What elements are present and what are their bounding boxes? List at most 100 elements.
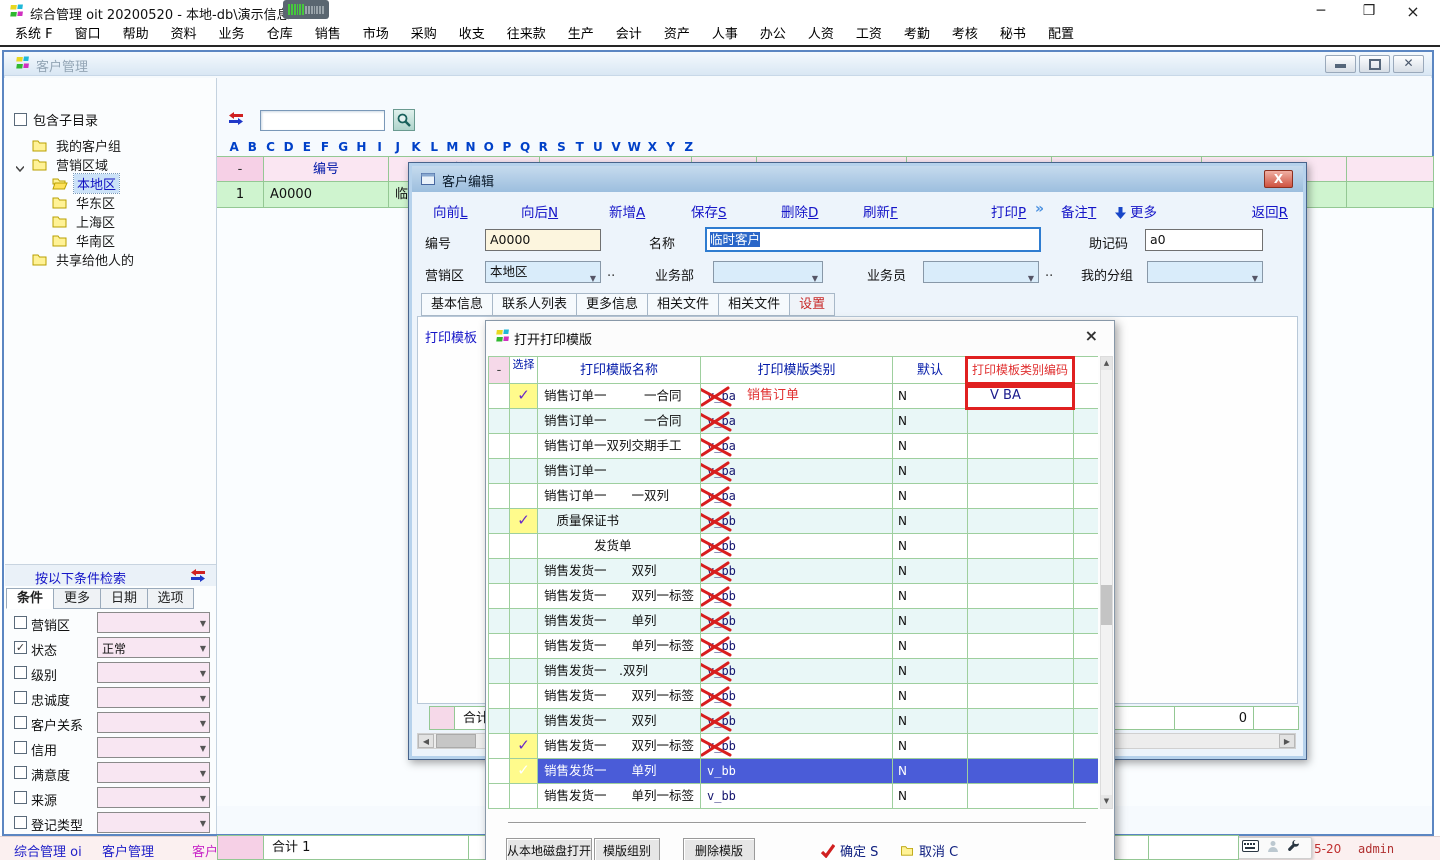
name-field[interactable]: 临时客户 [705, 227, 1041, 252]
minimize-button[interactable]: ─ [1298, 0, 1344, 25]
tab-基本信息[interactable]: 基本信息 [421, 293, 492, 316]
row-checkbox[interactable] [510, 434, 538, 459]
alphabet-letter[interactable]: I [371, 140, 389, 154]
alphabet-letter[interactable]: U [589, 140, 607, 154]
alphabet-letter[interactable]: O [480, 140, 498, 154]
menu-item[interactable]: 往来款 [496, 24, 557, 45]
tree-item[interactable]: 共享给他人的 [4, 250, 216, 269]
group-select[interactable]: ▼ [1147, 261, 1263, 283]
table-row[interactable]: 销售发货一 双列v_bbN [488, 559, 1098, 584]
table-row[interactable]: 销售发货一 单列一标签v_bbN [488, 784, 1098, 809]
menu-item[interactable]: 收支 [448, 24, 496, 45]
alphabet-letter[interactable]: M [443, 140, 461, 154]
dialog-button[interactable]: 从本地磁盘打开 [506, 838, 592, 860]
table-row[interactable]: 销售发货一 双列v_bbN [488, 709, 1098, 734]
row-checkbox[interactable] [510, 659, 538, 684]
menu-item[interactable]: 考核 [941, 24, 989, 45]
table-row[interactable]: 销售订单一 一合同v_baN [488, 409, 1098, 434]
table-row[interactable]: 销售发货一 双列一标签v_bbN [488, 684, 1098, 709]
region-more-button[interactable]: .. [607, 265, 615, 280]
alphabet-letter[interactable]: L [425, 140, 443, 154]
table-row[interactable]: 销售订单一 一双列v_baN [488, 484, 1098, 509]
menu-item[interactable]: 采购 [400, 24, 448, 45]
table-row[interactable]: 销售发货一 单列一标签v_bbN [488, 634, 1098, 659]
alphabet-letter[interactable]: R [534, 140, 552, 154]
row-checkbox[interactable]: ✓ [510, 384, 538, 409]
filter-tab[interactable]: 条件 [6, 588, 53, 609]
filter-select[interactable]: ▼ [97, 687, 210, 708]
filter-select[interactable]: ▼ [97, 762, 210, 783]
menu-item[interactable]: 配置 [1037, 24, 1085, 45]
menu-item[interactable]: 会计 [605, 24, 653, 45]
alphabet-letter[interactable]: X [643, 140, 661, 154]
filter-select[interactable]: ▼ [97, 737, 210, 758]
row-checkbox[interactable] [510, 459, 538, 484]
statusbar-item[interactable]: 客户管理 [102, 841, 154, 860]
alphabet-letter[interactable]: Y [662, 140, 680, 154]
chevrons-icon[interactable]: » [1035, 201, 1044, 217]
filter-select[interactable]: 正常▼ [97, 637, 210, 658]
row-checkbox[interactable] [510, 709, 538, 734]
alphabet-letter[interactable]: J [389, 140, 407, 154]
swap-icon[interactable] [190, 569, 206, 586]
dept-select[interactable]: ▼ [713, 261, 823, 283]
filter-select[interactable]: ▼ [97, 662, 210, 683]
toolbar-4[interactable]: 保存S [691, 201, 727, 221]
alphabet-letter[interactable]: B [243, 140, 261, 154]
scrollbar-thumb[interactable] [1101, 585, 1112, 625]
menu-item[interactable]: 销售 [304, 24, 352, 45]
menu-item[interactable]: 人事 [701, 24, 749, 45]
alphabet-letter[interactable]: G [334, 140, 352, 154]
filter-tab[interactable]: 选项 [147, 588, 194, 609]
table-row[interactable]: 销售发货一 单列v_bbN [488, 609, 1098, 634]
code-field[interactable]: A0000 [485, 229, 601, 251]
swap-icon[interactable] [228, 112, 244, 129]
search-button[interactable] [393, 109, 415, 131]
row-checkbox[interactable] [510, 634, 538, 659]
alphabet-letter[interactable]: E [298, 140, 316, 154]
table-row[interactable]: ✓ 质量保证书v_bbN [488, 509, 1098, 534]
dialog-button[interactable]: 模版组别 [594, 838, 660, 860]
minimize-button[interactable] [1325, 55, 1356, 73]
mnemonic-field[interactable]: a0 [1145, 229, 1263, 251]
alphabet-letter[interactable]: W [625, 140, 643, 154]
table-row[interactable]: 销售发货一 双列一标签v_bbN [488, 584, 1098, 609]
table-row[interactable]: ◆✓销售发货一 单列v_bbN [488, 759, 1098, 784]
person-icon[interactable] [1267, 840, 1279, 856]
menu-item[interactable]: 资料 [160, 24, 208, 45]
dialog-button[interactable]: 删除模版 [683, 838, 755, 860]
filter-checkbox[interactable] [14, 666, 27, 679]
table-row[interactable]: 销售发货一 .双列v_bbN [488, 659, 1098, 684]
table-row[interactable]: 发货单v_bbN [488, 534, 1098, 559]
salesman-select[interactable]: ▼ [923, 261, 1039, 283]
tree-item[interactable]: 我的客户组 [4, 136, 216, 155]
ok-button[interactable]: 确定 S [820, 841, 878, 860]
filter-checkbox[interactable] [14, 816, 27, 829]
row-checkbox[interactable] [510, 409, 538, 434]
menu-item[interactable]: 帮助 [112, 24, 160, 45]
row-checkbox[interactable] [510, 609, 538, 634]
statusbar-item[interactable]: 综合管理 oi [14, 841, 82, 860]
restore-button[interactable] [1359, 55, 1390, 73]
table-row[interactable]: 销售订单一双列交期手工v_baN [488, 434, 1098, 459]
toolbar-5[interactable]: 删除D [781, 201, 818, 221]
cancel-button[interactable]: 取消 C [900, 841, 958, 860]
menu-item[interactable]: 业务 [208, 24, 256, 45]
alphabet-letter[interactable]: N [461, 140, 479, 154]
alphabet-letter[interactable]: A [225, 140, 243, 154]
menu-item[interactable]: 人资 [797, 24, 845, 45]
search-input[interactable] [260, 110, 385, 131]
toolbar-1[interactable]: 向前L [433, 201, 468, 221]
tree-item[interactable]: 华东区 [4, 193, 216, 212]
filter-checkbox[interactable] [14, 766, 27, 779]
more-button[interactable]: 更多 [1115, 201, 1157, 223]
filter-select[interactable]: ▼ [97, 612, 210, 633]
filter-checkbox[interactable] [14, 791, 27, 804]
menu-item[interactable]: 市场 [352, 24, 400, 45]
menu-item[interactable]: 仓库 [256, 24, 304, 45]
close-button[interactable]: × [1390, 0, 1436, 25]
toolbar-2[interactable]: 向后N [521, 201, 558, 221]
tree-item[interactable]: 营销区域 [4, 155, 216, 174]
wrench-icon[interactable] [1287, 840, 1300, 857]
alphabet-letter[interactable]: K [407, 140, 425, 154]
